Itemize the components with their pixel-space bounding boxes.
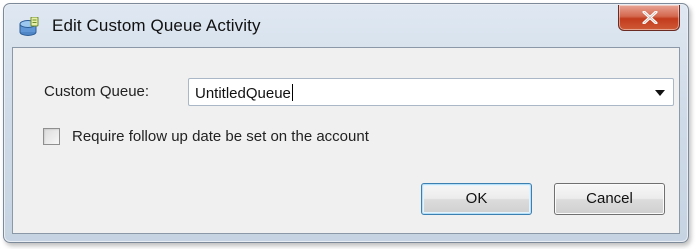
chevron-down-icon bbox=[655, 90, 665, 96]
close-button[interactable] bbox=[618, 5, 680, 31]
require-followup-label[interactable]: Require follow up date be set on the acc… bbox=[72, 128, 369, 145]
custom-queue-dropdown-button[interactable] bbox=[651, 81, 669, 103]
dialog-content: Custom Queue: UntitledQueue Require foll… bbox=[12, 47, 680, 234]
custom-queue-combobox[interactable]: UntitledQueue bbox=[188, 78, 674, 106]
text-caret bbox=[291, 84, 293, 101]
ok-button[interactable]: OK bbox=[421, 183, 532, 215]
queue-database-icon bbox=[18, 16, 40, 37]
custom-queue-label: Custom Queue: bbox=[44, 83, 150, 100]
custom-queue-value[interactable]: UntitledQueue bbox=[195, 84, 293, 102]
cancel-button[interactable]: Cancel bbox=[554, 183, 665, 215]
window-title: Edit Custom Queue Activity bbox=[52, 16, 261, 35]
title-bar[interactable]: Edit Custom Queue Activity bbox=[4, 4, 688, 44]
dialog-window: Edit Custom Queue Activity Custom Queue:… bbox=[3, 3, 689, 243]
close-icon bbox=[642, 11, 658, 24]
require-followup-checkbox[interactable] bbox=[43, 128, 60, 145]
